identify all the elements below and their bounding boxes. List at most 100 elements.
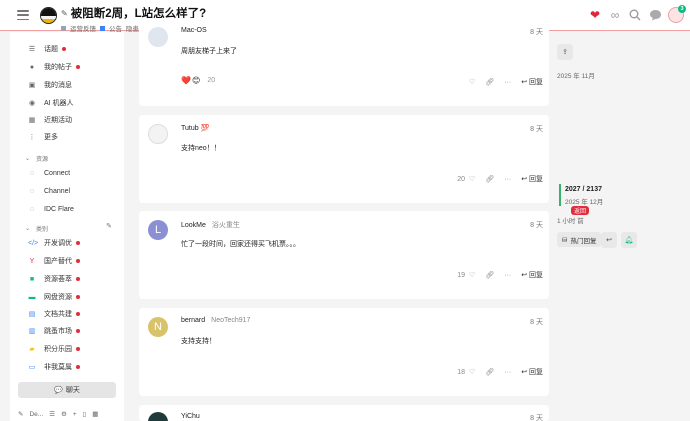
like-icon[interactable]: ♡ [469,271,475,279]
post-author[interactable]: bernard NeoTech917 [181,317,250,324]
settings-icon[interactable]: ⚙ [61,410,67,418]
post-author[interactable]: Tutub 💯 [181,124,209,132]
reply-button[interactable]: ↩ 回复 [521,367,543,377]
code-icon: </> [28,239,39,247]
menu-icon[interactable] [17,10,29,20]
avatar[interactable]: N [148,317,168,337]
post-author[interactable]: YiChu [181,413,200,420]
post-author[interactable]: LookMe 浴火重生 [181,220,240,230]
sidebar-item-label: IDC Flare [44,205,74,213]
upload-icon: ⇪ [562,49,568,56]
timeline-start-date[interactable]: 2025 年 11月 [557,70,595,80]
jump-to-top-button[interactable]: ⇪ [557,44,573,60]
unread-dot [76,329,80,333]
post-time[interactable]: 8 天 [530,317,543,327]
calendar-icon: ▦ [28,117,36,124]
unread-dot [76,277,80,281]
sidebar-item-market[interactable]: ▥ 跳蚤市场 [28,325,80,337]
circle-icon: ◌ [29,169,35,177]
sidebar-item-events[interactable]: ▦ 近期活动 [28,114,72,126]
more-icon[interactable]: ··· [504,176,511,183]
reactions[interactable]: ❤️ 😊 20 [181,76,215,85]
reply-button[interactable]: ↩ 回复 [521,174,543,184]
sidebar-item-docs[interactable]: ▤ 文档共建 [28,308,80,320]
return-button[interactable]: 返回 [571,206,590,215]
notification-bell-button[interactable]: 🔔︎ [621,232,637,248]
infinity-icon[interactable]: ∞ [608,8,622,22]
resources-section-header[interactable]: ⌄ 资源 [25,154,48,163]
post-author[interactable]: Mac-OS [181,27,207,34]
list-icon[interactable]: ☰ [49,410,55,418]
sidebar-item-dev[interactable]: </> 开发调优 [28,237,80,249]
sidebar-item-idc-flare[interactable]: ◌ IDC Flare [28,203,74,215]
more-icon[interactable]: ··· [504,272,511,279]
chat-button[interactable]: 💬 聊天 [18,382,116,398]
sidebar-item-resources[interactable]: ■ 资源荟萃 [28,273,80,285]
avatar[interactable] [148,124,168,144]
sidebar-item-label: AI 机器人 [44,100,74,107]
avatar[interactable] [148,27,168,47]
post: N bernard NeoTech917 8 天 支持支持！ 18 ♡ 🔗︎ ··… [139,308,549,396]
reply-icon: ↩ [606,237,612,244]
post-time[interactable]: 8 天 [530,124,543,134]
post-actions: 20 ♡ 🔗︎ ··· ↩ 回复 [457,174,543,184]
section-title: 资源 [36,157,49,163]
sidebar-item-netdisk[interactable]: ▬ 网盘资源 [28,291,80,303]
sidebar-item-label: Connect [44,169,71,177]
sidebar-item-mine[interactable]: ▭ 非我莫属 [28,361,80,373]
heart-badge-icon[interactable]: ❤ [588,8,602,22]
search-icon[interactable] [628,8,642,22]
avatar[interactable]: L [148,220,168,240]
sidebar-item-ai-bot[interactable]: ◉ AI 机器人 [28,97,74,109]
sidebar-item-label: 开发调优 [44,240,72,247]
mobile-icon[interactable]: ▯ [83,410,87,418]
link-icon[interactable]: 🔗︎ [485,368,494,376]
box-icon: ■ [29,275,35,283]
hot-replies-button[interactable]: ⛁ 热门回复 [557,232,602,247]
sidebar-item-connect[interactable]: ◌ Connect [28,167,70,179]
more-icon[interactable]: ··· [504,369,511,376]
timeline-scroll-handle[interactable] [559,184,561,206]
circle-icon: ◌ [29,205,35,213]
chevron-down-icon: ⌄ [25,226,31,232]
link-icon[interactable]: 🔗︎ [485,78,494,86]
filter-icon: ⛁ [562,236,568,244]
sidebar-item-more[interactable]: ⋮ 更多 [28,131,59,143]
sidebar-item-domestic[interactable]: Y 国产替代 [28,255,80,267]
theme-selector[interactable]: De... [29,411,43,418]
avatar[interactable] [148,412,168,421]
sidebar-item-my-posts[interactable]: ● 我的帖子 [28,61,80,73]
user-avatar[interactable]: 3 [668,5,686,23]
chat-icon[interactable] [648,8,662,22]
timeline-last-activity[interactable]: 1 小时 前 [557,215,584,225]
post-actions: 19 ♡ 🔗︎ ··· ↩ 回复 [457,270,543,280]
section-title: 类别 [36,227,49,233]
pencil-icon[interactable]: ✎ [106,222,112,230]
header-icons: ❤ ∞ 3 [588,5,686,23]
reply-button[interactable]: ↩ 回复 [521,270,543,280]
more-icon[interactable]: ··· [504,79,511,86]
brush-icon[interactable]: ✎ [18,410,23,418]
chevron-down-icon: ⌄ [25,156,31,162]
post-time[interactable]: 8 天 [530,27,543,37]
sidebar-item-points[interactable]: ▰ 积分乐园 [28,343,80,355]
unread-dot [76,295,80,299]
reply-button[interactable]: ↩ 回复 [521,77,543,87]
like-icon[interactable]: ♡ [469,175,475,183]
site-logo[interactable] [40,7,57,24]
link-icon[interactable]: 🔗︎ [485,271,494,279]
post-time[interactable]: 8 天 [530,220,543,230]
notification-badge: 3 [678,5,686,13]
plus-icon[interactable]: + [73,411,77,418]
grid-icon[interactable]: ▦ [92,410,98,418]
sidebar-item-topics[interactable]: ☰ 话题 [28,43,66,55]
sidebar-item-channel[interactable]: ◌ Channel [28,185,70,197]
categories-section-header[interactable]: ⌄ 类别 [25,224,48,233]
post-time[interactable]: 8 天 [530,413,543,421]
reply-topic-button[interactable]: ↩ [601,232,617,248]
link-icon[interactable]: 🔗︎ [485,175,494,183]
post-body: 忙了一段时间，回家还得买飞机票。。。 [181,241,300,248]
like-icon[interactable]: ♡ [469,78,475,86]
like-icon[interactable]: ♡ [469,368,475,376]
sidebar-item-messages[interactable]: ▣ 我的消息 [28,79,72,91]
